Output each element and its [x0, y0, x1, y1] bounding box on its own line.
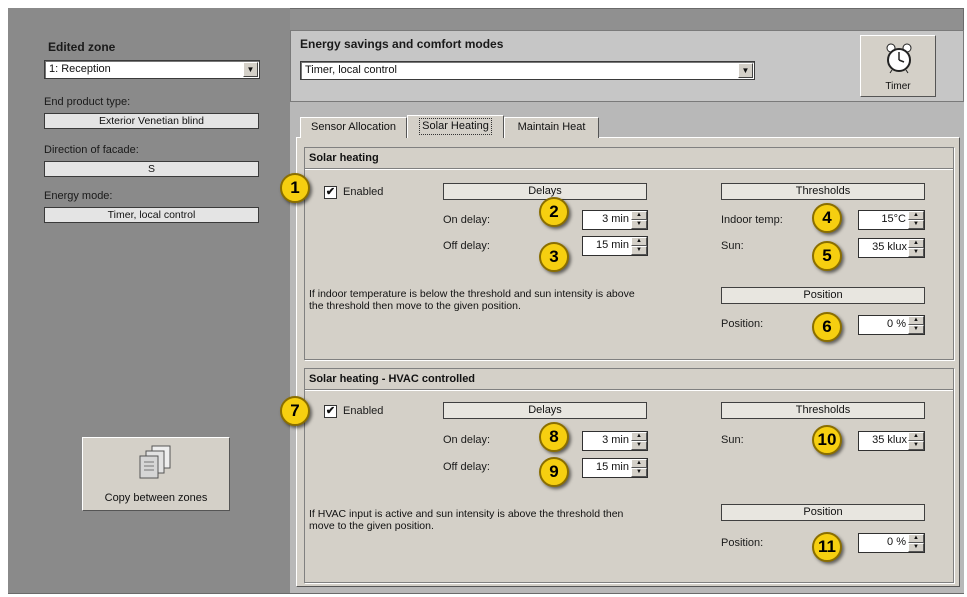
solar-sun-value: 35 klux: [872, 241, 907, 253]
solar-on-delay-label: On delay:: [443, 214, 491, 226]
solar-off-delay-spinner[interactable]: 15 min ▲ ▼: [582, 236, 648, 256]
hvac-on-delay-spinner[interactable]: 3 min ▲ ▼: [582, 431, 648, 451]
group-divider: [305, 389, 953, 390]
hvac-sun-value: 35 klux: [872, 434, 907, 446]
spin-up-icon[interactable]: ▲: [908, 432, 924, 441]
copy-between-zones-button[interactable]: Copy between zones: [82, 437, 230, 511]
solar-position-header: Position: [721, 287, 925, 304]
chevron-down-icon[interactable]: ▼: [738, 63, 753, 78]
timer-label: Timer: [885, 81, 911, 92]
tab-solar-heating-label: Solar Heating: [419, 118, 492, 135]
edited-zone-label: Edited zone: [48, 40, 116, 54]
hvac-title: Solar heating - HVAC controlled: [309, 373, 476, 385]
facade-label: Direction of facade:: [44, 144, 139, 156]
copy-pages-icon: [139, 445, 171, 479]
spin-up-icon[interactable]: ▲: [908, 316, 924, 325]
solar-indoor-temp-label: Indoor temp:: [721, 214, 783, 226]
callout-3: 3: [539, 242, 569, 272]
solar-heating-title: Solar heating: [309, 152, 379, 164]
spin-up-icon[interactable]: ▲: [631, 211, 647, 220]
solar-on-delay-value: 3 min: [602, 213, 629, 225]
energy-mode-select[interactable]: Timer, local control ▼: [300, 61, 755, 80]
hvac-sun-label: Sun:: [721, 434, 744, 446]
callout-5: 5: [812, 241, 842, 271]
callout-2: 2: [539, 197, 569, 227]
hvac-position-value: 0 %: [887, 536, 906, 548]
energy-mode-label: Energy mode:: [44, 190, 113, 202]
chevron-down-icon[interactable]: ▼: [243, 62, 258, 77]
modes-label: Energy savings and comfort modes: [300, 37, 504, 51]
solar-position-value: 0 %: [887, 318, 906, 330]
energy-mode-field: Timer, local control: [44, 207, 259, 223]
callout-10: 10: [812, 425, 842, 455]
solar-delays-header: Delays: [443, 183, 647, 200]
spin-down-icon[interactable]: ▼: [908, 248, 924, 257]
solar-off-delay-value: 15 min: [595, 239, 629, 251]
hvac-position-spinner[interactable]: 0 % ▲ ▼: [858, 533, 925, 553]
hvac-enabled-label: Enabled: [343, 405, 384, 417]
hvac-off-delay-label: Off delay:: [443, 461, 490, 473]
callout-1: 1: [280, 173, 310, 203]
edited-zone-value: 1: Reception: [49, 63, 111, 75]
edited-zone-select[interactable]: 1: Reception ▼: [44, 60, 260, 79]
hvac-off-delay-spinner[interactable]: 15 min ▲ ▼: [582, 458, 648, 478]
solar-position-label: Position:: [721, 318, 764, 330]
solar-indoor-temp-spinner[interactable]: 15°C ▲ ▼: [858, 210, 925, 230]
hvac-thresholds-header: Thresholds: [721, 402, 925, 419]
hvac-description: If HVAC input is active and sun intensit…: [309, 508, 624, 532]
tab-sensor-allocation[interactable]: Sensor Allocation: [300, 117, 407, 138]
callout-8: 8: [539, 422, 569, 452]
timer-button[interactable]: Timer: [860, 35, 936, 97]
hvac-sun-spinner[interactable]: 35 klux ▲ ▼: [858, 431, 925, 451]
spin-up-icon[interactable]: ▲: [631, 459, 647, 468]
solar-on-delay-spinner[interactable]: 3 min ▲ ▼: [582, 210, 648, 230]
facade-field: S: [44, 161, 259, 177]
spin-up-icon[interactable]: ▲: [631, 432, 647, 441]
hvac-enabled-checkbox[interactable]: ✔: [324, 405, 337, 418]
spin-up-icon[interactable]: ▲: [908, 211, 924, 220]
end-product-label: End product type:: [44, 96, 131, 108]
callout-11: 11: [812, 532, 842, 562]
spin-down-icon[interactable]: ▼: [631, 441, 647, 450]
spin-up-icon[interactable]: ▲: [908, 239, 924, 248]
spin-down-icon[interactable]: ▼: [631, 220, 647, 229]
solar-off-delay-label: Off delay:: [443, 240, 490, 252]
tab-solar-heating[interactable]: Solar Heating: [407, 115, 504, 138]
solar-sun-label: Sun:: [721, 240, 744, 252]
callout-6: 6: [812, 312, 842, 342]
solar-indoor-temp-value: 15°C: [881, 213, 906, 225]
tab-maintain-heat[interactable]: Maintain Heat: [504, 117, 599, 138]
spin-down-icon[interactable]: ▼: [908, 325, 924, 334]
solar-description: If indoor temperature is below the thres…: [309, 288, 635, 312]
spin-down-icon[interactable]: ▼: [908, 543, 924, 552]
hvac-delays-header: Delays: [443, 402, 647, 419]
callout-4: 4: [812, 203, 842, 233]
spin-down-icon[interactable]: ▼: [908, 220, 924, 229]
solar-position-spinner[interactable]: 0 % ▲ ▼: [858, 315, 925, 335]
spin-down-icon[interactable]: ▼: [908, 441, 924, 450]
group-divider: [305, 168, 953, 169]
solar-enabled-label: Enabled: [343, 186, 384, 198]
hvac-on-delay-label: On delay:: [443, 434, 491, 446]
hvac-off-delay-value: 15 min: [595, 461, 629, 473]
hvac-position-header: Position: [721, 504, 925, 521]
callout-9: 9: [539, 457, 569, 487]
spin-up-icon[interactable]: ▲: [908, 534, 924, 543]
energy-mode-select-value: Timer, local control: [305, 64, 397, 76]
copy-button-label: Copy between zones: [104, 492, 208, 504]
alarm-clock-icon: [886, 43, 912, 74]
callout-7: 7: [280, 396, 310, 426]
solar-thresholds-header: Thresholds: [721, 183, 925, 200]
solar-enabled-checkbox[interactable]: ✔: [324, 186, 337, 199]
end-product-field: Exterior Venetian blind: [44, 113, 259, 129]
spin-down-icon[interactable]: ▼: [631, 246, 647, 255]
hvac-position-label: Position:: [721, 537, 764, 549]
solar-sun-spinner[interactable]: 35 klux ▲ ▼: [858, 238, 925, 258]
spin-down-icon[interactable]: ▼: [631, 468, 647, 477]
spin-up-icon[interactable]: ▲: [631, 237, 647, 246]
hvac-on-delay-value: 3 min: [602, 434, 629, 446]
